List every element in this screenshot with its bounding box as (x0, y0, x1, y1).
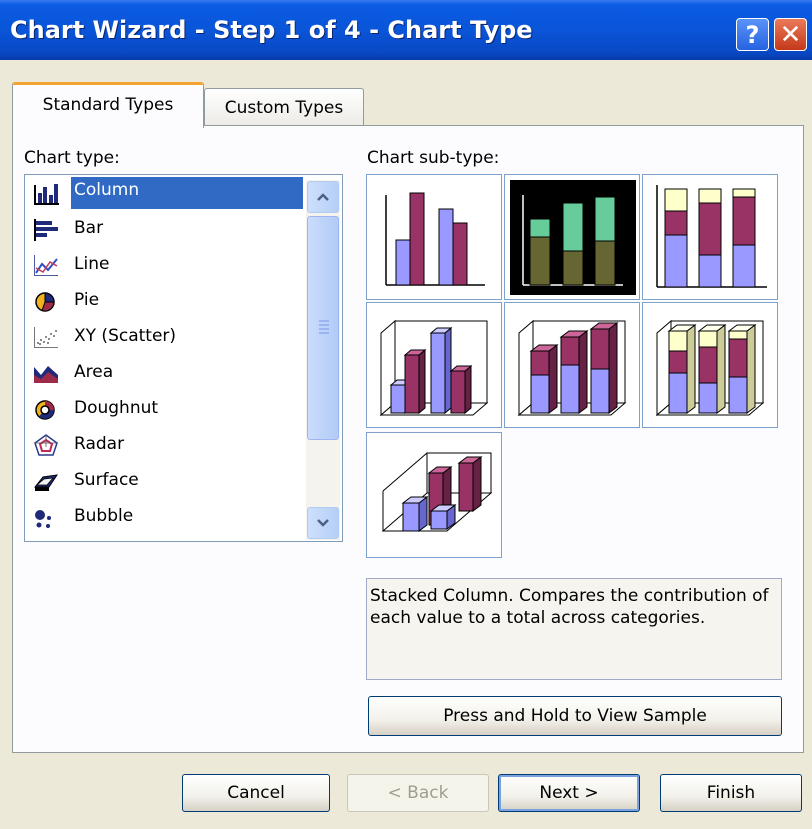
list-item-label: Surface (74, 470, 139, 490)
chart-type-list[interactable]: Column Bar Line Pie XY (Scatter) Area Do… (24, 174, 343, 542)
list-item-label: Area (74, 362, 114, 382)
3d-column-icon (381, 452, 493, 532)
list-item-label: XY (Scatter) (74, 326, 177, 346)
column-chart-icon (34, 184, 59, 205)
scroll-down-button[interactable] (307, 507, 339, 539)
list-item-area[interactable]: Area (27, 355, 307, 389)
3d-clustered-column-icon (379, 319, 489, 417)
list-item-doughnut[interactable]: Doughnut (27, 391, 307, 425)
tab-standard-types[interactable]: Standard Types (12, 82, 204, 128)
3d-percent-stacked-column-icon (655, 319, 765, 417)
subtype-3d-clustered-column[interactable] (366, 302, 502, 428)
cancel-button[interactable]: Cancel (182, 774, 330, 812)
subtype-stacked-column[interactable] (504, 174, 640, 300)
tab-custom-types[interactable]: Custom Types (204, 88, 364, 126)
subtype-3d-100-percent-stacked-column[interactable] (642, 302, 778, 428)
bar-chart-icon (34, 219, 58, 241)
finish-button[interactable]: Finish (660, 774, 802, 812)
list-item-label: Radar (74, 434, 125, 454)
next-button[interactable]: Next > (498, 774, 640, 812)
scroll-thumb[interactable] (307, 216, 339, 440)
area-chart-icon (34, 366, 58, 383)
list-item-label: Doughnut (74, 398, 159, 418)
view-sample-button[interactable]: Press and Hold to View Sample (368, 696, 782, 736)
subtype-description: Stacked Column. Compares the contributio… (366, 578, 782, 680)
list-item-label: Column (71, 177, 303, 209)
help-icon: ? (745, 20, 760, 49)
list-item-radar[interactable]: Radar (27, 427, 307, 461)
subtype-100-percent-stacked-column[interactable] (642, 174, 778, 300)
close-icon: ✕ (779, 19, 802, 50)
list-item-column[interactable]: Column (27, 175, 307, 209)
chevron-up-icon (317, 193, 329, 201)
list-scrollbar[interactable] (306, 180, 340, 540)
back-button[interactable]: < Back (347, 774, 489, 812)
stacked-column-icon (510, 180, 636, 295)
subtype-3d-column[interactable] (366, 432, 502, 558)
list-item-surface[interactable]: Surface (27, 463, 307, 497)
list-item-label: Line (74, 254, 110, 274)
list-item-label: Bar (74, 218, 104, 238)
chart-type-label: Chart type: (24, 148, 120, 168)
grip-icon (319, 320, 329, 334)
list-item-pie[interactable]: Pie (27, 283, 307, 317)
tab-label: Custom Types (224, 98, 344, 118)
scroll-up-button[interactable] (307, 181, 339, 213)
list-item-bubble[interactable]: Bubble (27, 499, 307, 533)
help-button[interactable]: ? (736, 18, 769, 51)
tab-label: Standard Types (42, 95, 174, 115)
subtype-3d-stacked-column[interactable] (504, 302, 640, 428)
title-bar: Chart Wizard - Step 1 of 4 - Chart Type … (0, 0, 812, 60)
radar-chart-icon (34, 434, 58, 456)
list-item-label: Pie (74, 290, 100, 310)
clustered-column-icon (385, 192, 485, 286)
list-item-scatter[interactable]: XY (Scatter) (27, 319, 307, 353)
bubble-chart-icon (35, 510, 51, 528)
window-title: Chart Wizard - Step 1 of 4 - Chart Type (10, 16, 533, 44)
close-button[interactable]: ✕ (774, 18, 807, 51)
chart-subtype-label: Chart sub-type: (367, 148, 500, 168)
chevron-down-icon (317, 519, 329, 527)
subtype-clustered-column[interactable] (366, 174, 502, 300)
list-item-bar[interactable]: Bar (27, 211, 307, 245)
list-item-line[interactable]: Line (27, 247, 307, 281)
percent-stacked-column-icon (656, 185, 767, 288)
3d-stacked-column-icon (517, 319, 627, 417)
list-item-label: Bubble (74, 506, 134, 526)
line-chart-icon (34, 255, 58, 276)
doughnut-chart-icon (35, 400, 55, 420)
pie-chart-icon (35, 292, 55, 312)
surface-chart-icon (33, 474, 59, 491)
scatter-chart-icon (34, 327, 58, 348)
